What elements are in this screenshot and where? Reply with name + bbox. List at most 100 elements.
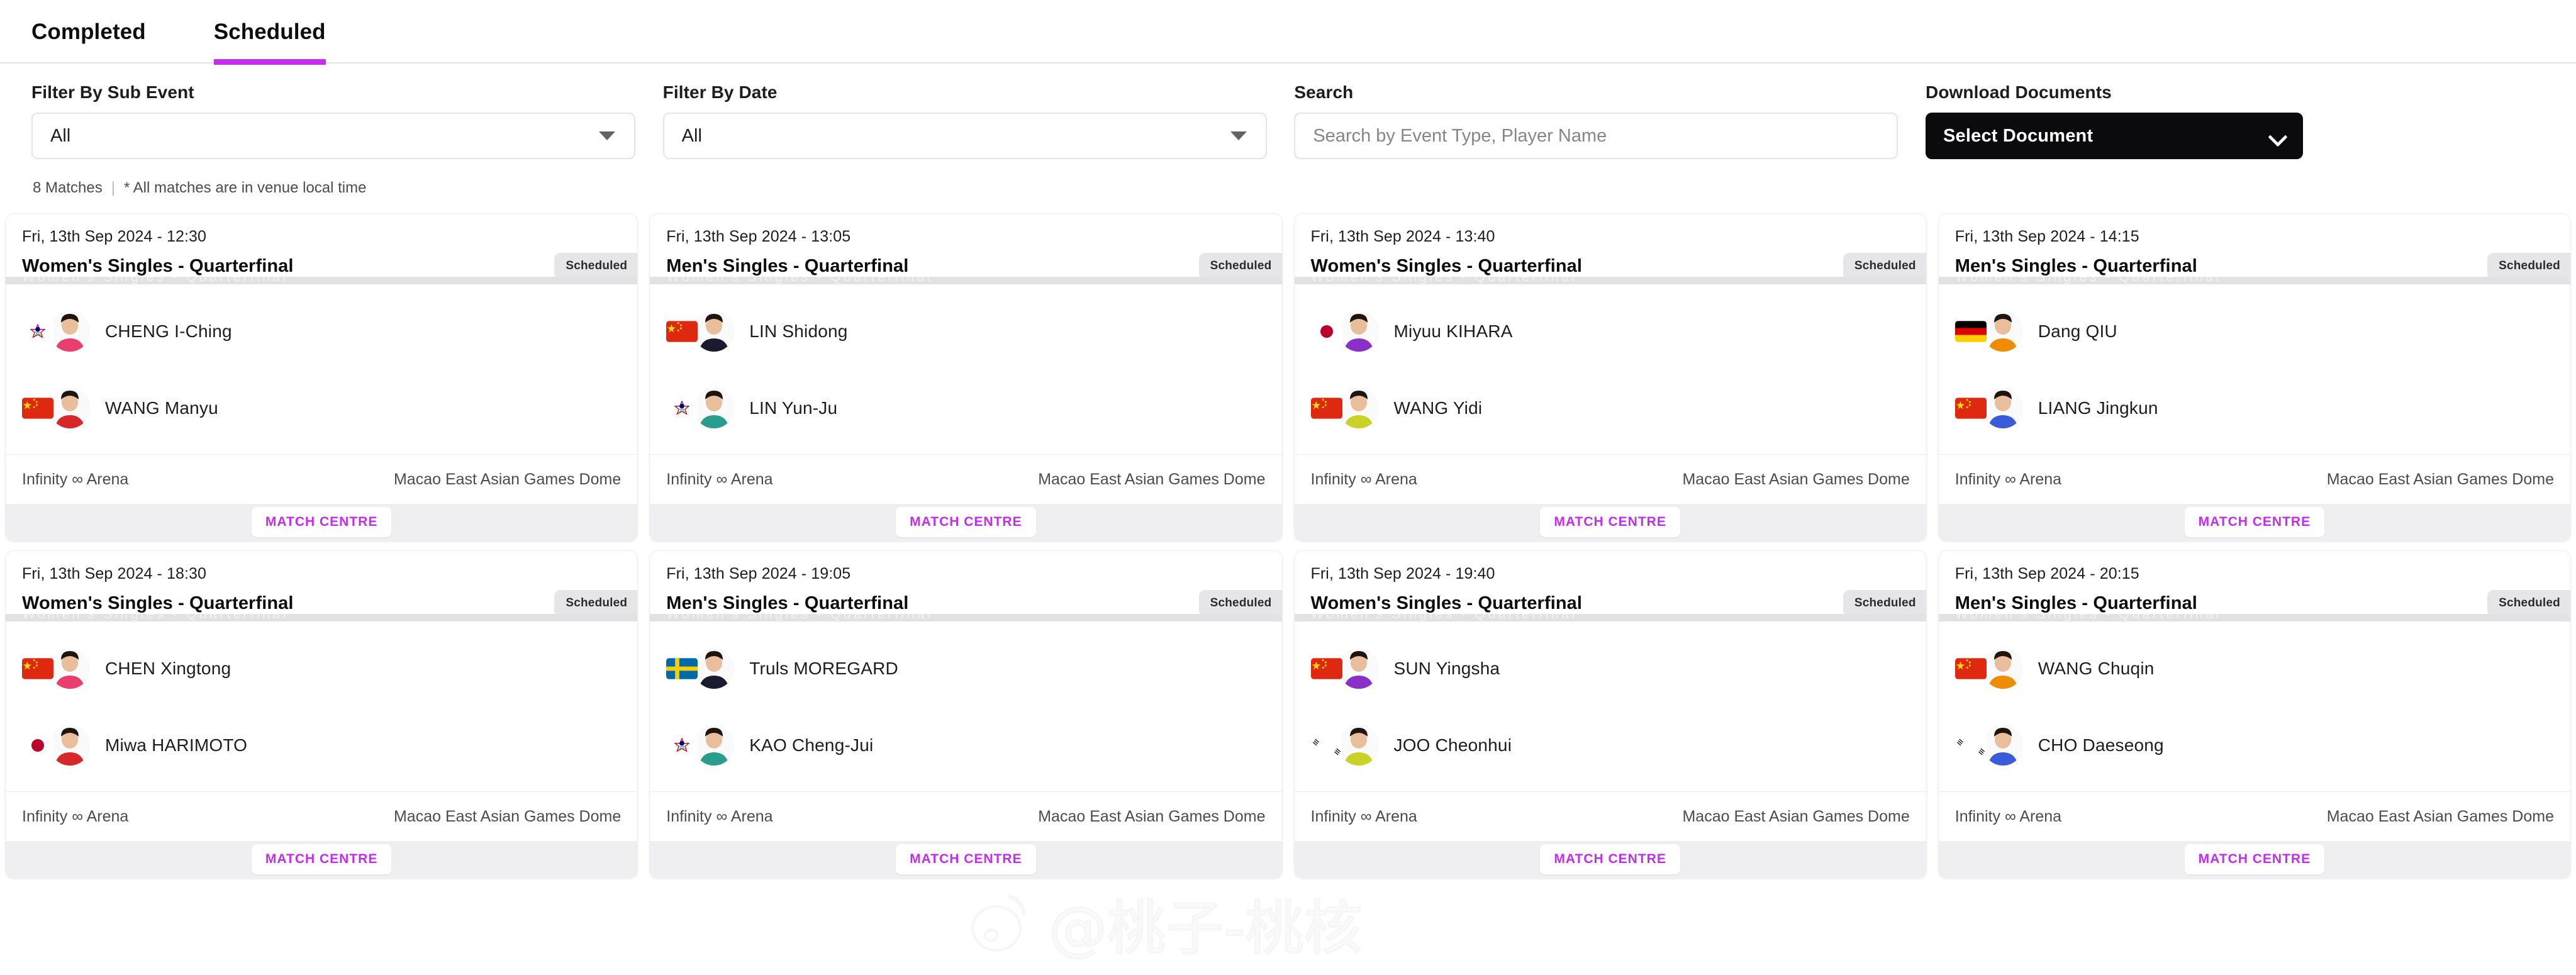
player-row[interactable]: CHENG I-Ching xyxy=(22,301,621,362)
venue-row: Infinity ∞ Arena Macao East Asian Games D… xyxy=(650,455,1282,504)
flag-icon-china xyxy=(22,398,53,420)
match-event-title: Women's Singles - Quarterfinal xyxy=(22,256,294,276)
match-datetime: Fri, 13th Sep 2024 - 14:15 xyxy=(1954,228,2139,245)
match-centre-button[interactable]: MATCH CENTRE xyxy=(896,844,1036,875)
player-row[interactable]: LIN Shidong xyxy=(666,301,1265,362)
matches-meta: 8 Matches | * All matches are in venue l… xyxy=(0,159,2576,197)
select-document-label: Select Document xyxy=(1943,125,2094,146)
match-centre-button[interactable]: MATCH CENTRE xyxy=(2184,507,2325,538)
flag-icon-china xyxy=(666,321,698,343)
match-datetime: Fri, 13th Sep 2024 - 12:30 xyxy=(22,228,207,245)
player-row[interactable]: WANG Chuqin xyxy=(1954,638,2554,699)
tab-bar: Completed Scheduled xyxy=(0,0,2576,65)
match-centre-button[interactable]: MATCH CENTRE xyxy=(896,507,1036,538)
player-name: Truls MOREGARD xyxy=(749,659,898,679)
avatar xyxy=(694,725,735,766)
venue-name: Macao East Asian Games Dome xyxy=(1682,470,1910,488)
match-centre-button[interactable]: MATCH CENTRE xyxy=(1540,507,1680,538)
avatar xyxy=(50,649,90,689)
status-badge: Scheduled xyxy=(2487,253,2570,279)
player-row[interactable]: LIANG Jingkun xyxy=(1954,377,2554,439)
match-card-header: Fri, 13th Sep 2024 - 19:05 Men's Singles … xyxy=(650,551,1282,616)
match-card[interactable]: Fri, 13th Sep 2024 - 12:30 Women's Single… xyxy=(5,213,638,542)
clipped-text-strip: Women's Singles - Quarterfinal xyxy=(1294,277,1926,285)
watermark-handle: @桃子-桃核 xyxy=(1048,894,1364,964)
clipped-text: Women's Singles - Quarterfinal xyxy=(22,277,288,284)
tab-label: Completed xyxy=(31,19,146,44)
avatar xyxy=(1338,311,1379,352)
tab-completed[interactable]: Completed xyxy=(31,0,146,64)
flag-icon-china xyxy=(1310,658,1342,680)
match-event-title: Women's Singles - Quarterfinal xyxy=(1310,593,1583,613)
match-event-title: Men's Singles - Quarterfinal xyxy=(1954,593,2197,613)
filter-date-value: All xyxy=(681,125,702,146)
player-name: Miyuu KIHARA xyxy=(1393,321,1513,342)
match-card[interactable]: Fri, 13th Sep 2024 - 13:40 Women's Single… xyxy=(1293,213,1927,542)
clipped-text-strip: Women's Singles - Quarterfinal xyxy=(1938,277,2570,285)
match-centre-button[interactable]: MATCH CENTRE xyxy=(251,507,392,538)
player-row[interactable]: CHO Daeseong xyxy=(1954,715,2554,776)
match-card-footer: MATCH CENTRE xyxy=(6,503,638,541)
venue-row: Infinity ∞ Arena Macao East Asian Games D… xyxy=(6,792,638,841)
player-row[interactable]: LIN Yun-Ju xyxy=(666,377,1265,439)
player-row[interactable]: Miwa HARIMOTO xyxy=(22,715,621,776)
chevron-down-icon xyxy=(2269,128,2285,144)
download-documents-group: Download Documents Select Document xyxy=(1926,82,2545,159)
status-badge: Scheduled xyxy=(1843,253,1926,279)
player-name: KAO Cheng-Jui xyxy=(749,735,874,755)
player-list: Dang QIU LIANG Jingkun xyxy=(1938,284,2570,455)
match-centre-button[interactable]: MATCH CENTRE xyxy=(1540,844,1680,875)
flag-icon-chinese-taipei xyxy=(666,735,698,757)
player-row[interactable]: WANG Manyu xyxy=(22,377,621,439)
player-name: Miwa HARIMOTO xyxy=(105,735,248,755)
player-name: WANG Yidi xyxy=(1393,398,1483,418)
player-row[interactable]: Miyuu KIHARA xyxy=(1310,301,1910,362)
filter-date-select[interactable]: All xyxy=(662,113,1267,159)
clipped-text-strip: Women's Singles - Quarterfinal xyxy=(6,277,638,285)
venue-name: Macao East Asian Games Dome xyxy=(2326,470,2554,488)
match-event-title: Women's Singles - Quarterfinal xyxy=(1310,256,1583,276)
flag-icon-china xyxy=(1310,398,1342,420)
match-card-header: Fri, 13th Sep 2024 - 13:40 Women's Single… xyxy=(1295,214,1926,279)
filter-sub-event-select[interactable]: All xyxy=(31,113,635,159)
match-centre-button[interactable]: MATCH CENTRE xyxy=(251,844,392,875)
arena-name: Infinity ∞ Arena xyxy=(22,807,129,825)
player-row[interactable]: Truls MOREGARD xyxy=(666,638,1265,699)
clipped-text: Women's Singles - Quarterfinal xyxy=(666,277,932,284)
match-event-title: Men's Singles - Quarterfinal xyxy=(666,593,909,613)
match-centre-button[interactable]: MATCH CENTRE xyxy=(2184,844,2325,875)
match-datetime: Fri, 13th Sep 2024 - 20:15 xyxy=(1954,565,2139,582)
match-card-footer: MATCH CENTRE xyxy=(6,840,638,878)
match-card[interactable]: Fri, 13th Sep 2024 - 20:15 Men's Singles … xyxy=(1938,550,2571,879)
player-row[interactable]: WANG Yidi xyxy=(1310,377,1910,439)
match-event-title: Men's Singles - Quarterfinal xyxy=(1954,256,2197,276)
tab-scheduled[interactable]: Scheduled xyxy=(213,0,326,65)
filter-date: Filter By Date All xyxy=(662,82,1295,159)
clipped-text-strip: Women's Singles - Quarterfinal xyxy=(650,614,1282,622)
filter-bar: Filter By Sub Event All Filter By Date A… xyxy=(0,64,2576,159)
avatar xyxy=(1982,388,2023,429)
player-row[interactable]: JOO Cheonhui xyxy=(1310,715,1910,776)
match-card[interactable]: Fri, 13th Sep 2024 - 19:05 Men's Singles … xyxy=(649,550,1283,879)
player-row[interactable]: KAO Cheng-Jui xyxy=(666,715,1265,776)
search-input[interactable] xyxy=(1294,113,1899,159)
player-name: CHEN Xingtong xyxy=(105,659,231,679)
match-count: 8 Matches xyxy=(33,179,103,196)
select-document-button[interactable]: Select Document xyxy=(1926,113,2304,159)
player-row[interactable]: SUN Yingsha xyxy=(1310,638,1910,699)
chevron-down-icon xyxy=(599,131,615,140)
clipped-text-strip: Women's Singles - Quarterfinal xyxy=(6,614,638,622)
clipped-text-strip: Women's Singles - Quarterfinal xyxy=(650,277,1282,285)
venue-row: Infinity ∞ Arena Macao East Asian Games D… xyxy=(6,455,638,504)
match-card[interactable]: Fri, 13th Sep 2024 - 13:05 Men's Singles … xyxy=(649,213,1283,542)
match-card[interactable]: Fri, 13th Sep 2024 - 19:40 Women's Single… xyxy=(1293,550,1927,879)
match-card-footer: MATCH CENTRE xyxy=(1938,840,2570,878)
match-event-title: Women's Singles - Quarterfinal xyxy=(22,593,294,613)
player-row[interactable]: Dang QIU xyxy=(1954,301,2554,362)
match-datetime: Fri, 13th Sep 2024 - 18:30 xyxy=(22,565,207,582)
venue-row: Infinity ∞ Arena Macao East Asian Games D… xyxy=(1294,455,1926,504)
player-row[interactable]: CHEN Xingtong xyxy=(22,638,621,699)
match-card[interactable]: Fri, 13th Sep 2024 - 14:15 Men's Singles … xyxy=(1938,213,2571,542)
arena-name: Infinity ∞ Arena xyxy=(22,470,129,488)
match-card[interactable]: Fri, 13th Sep 2024 - 18:30 Women's Single… xyxy=(5,550,638,879)
